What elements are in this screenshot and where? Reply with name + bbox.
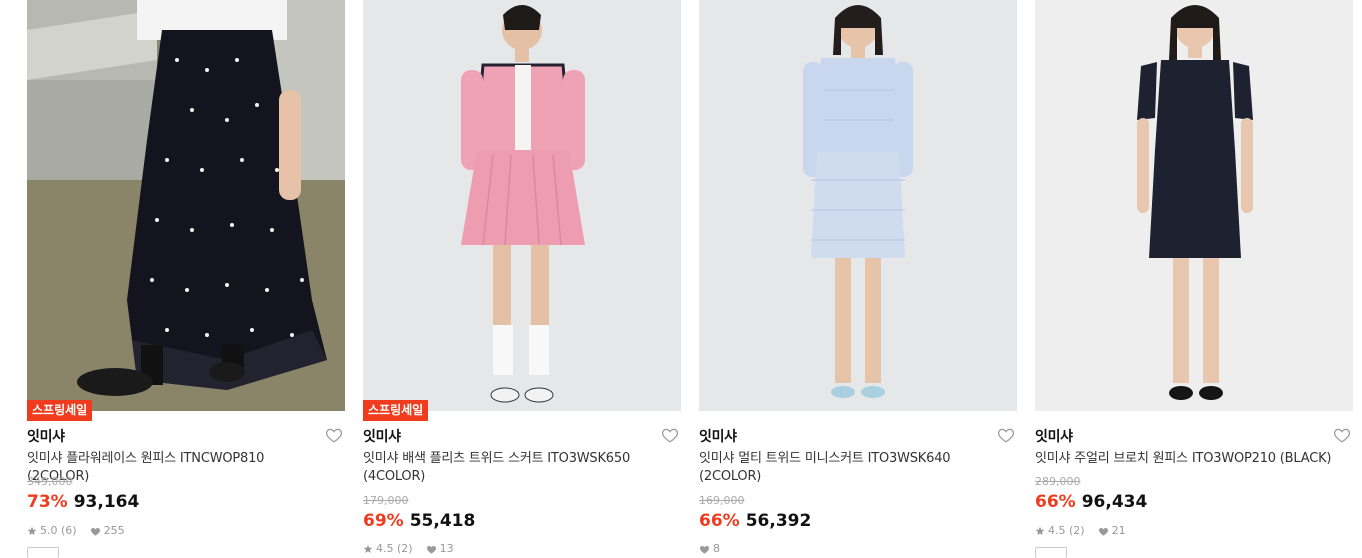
sale-badge: 스프링세일 <box>27 400 93 421</box>
sale-price: 55,418 <box>409 511 476 531</box>
product-name[interactable]: 잇미샤 배색 플리츠 트위드 스커트 ITO3WSK650 (4COLOR) <box>363 450 663 486</box>
product-image[interactable] <box>1035 0 1353 411</box>
review-meta: 4.5 (2) 21 <box>1035 524 1126 537</box>
rating-text: 5.0 (6) <box>40 524 77 537</box>
heart-small-icon <box>426 545 436 554</box>
original-price: 349,000 <box>27 475 73 488</box>
original-price: 179,000 <box>363 494 409 507</box>
discount-rate: 69% <box>363 511 404 531</box>
brand-name[interactable]: 잇미샤 <box>1035 426 1073 446</box>
likes-count: 255 <box>103 524 125 537</box>
likes-count: 8 <box>713 542 720 555</box>
product-image[interactable] <box>363 0 681 411</box>
wishlist-heart-icon[interactable] <box>997 426 1015 444</box>
likes-count: 13 <box>439 542 454 555</box>
sale-price: 56,392 <box>745 511 812 531</box>
product-grid: 스프링세일 잇미샤 잇미샤 플라워레이스 원피스 ITNCWOP810 (2CO… <box>0 0 1362 558</box>
likes: 8 <box>699 542 720 555</box>
discount-rate: 73% <box>27 492 68 512</box>
brand-name[interactable]: 잇미샤 <box>27 426 65 446</box>
price-line: 73% 93,164 <box>27 492 139 512</box>
product-card[interactable]: 잇미샤 잇미샤 멀티 트위드 미니스커트 ITO3WSK640 (2COLOR)… <box>699 0 1017 555</box>
product-image[interactable] <box>699 0 1017 411</box>
discount-rate: 66% <box>1035 492 1076 512</box>
tag-chip <box>1035 547 1067 558</box>
tag-chip <box>27 547 59 558</box>
rating-text: 4.5 (2) <box>1048 524 1085 537</box>
heart-small-icon <box>90 527 100 536</box>
brand-name[interactable]: 잇미샤 <box>699 426 737 446</box>
product-image[interactable] <box>27 0 345 411</box>
wishlist-heart-icon[interactable] <box>661 426 679 444</box>
review-meta: 4.5 (2) 13 <box>363 542 454 555</box>
star-icon <box>27 526 37 535</box>
price-line: 69% 55,418 <box>363 511 475 531</box>
star-icon <box>363 544 373 553</box>
likes: 13 <box>426 542 454 555</box>
product-name[interactable]: 잇미샤 멀티 트위드 미니스커트 ITO3WSK640 (2COLOR) <box>699 450 999 486</box>
product-card[interactable]: 잇미샤 잇미샤 주얼리 브로치 원피스 ITO3WOP210 (BLACK) 2… <box>1035 0 1353 558</box>
price-line: 66% 56,392 <box>699 511 811 531</box>
wishlist-heart-icon[interactable] <box>325 426 343 444</box>
price-line: 66% 96,434 <box>1035 492 1147 512</box>
discount-rate: 66% <box>699 511 740 531</box>
product-card[interactable]: 스프링세일 잇미샤 잇미샤 플라워레이스 원피스 ITNCWOP810 (2CO… <box>27 0 345 558</box>
rating-text: 4.5 (2) <box>376 542 413 555</box>
review-meta: 8 <box>699 542 720 555</box>
likes: 255 <box>90 524 125 537</box>
wishlist-heart-icon[interactable] <box>1333 426 1351 444</box>
review-meta: 5.0 (6) 255 <box>27 524 125 537</box>
sale-price: 96,434 <box>1081 492 1148 512</box>
original-price: 289,000 <box>1035 475 1081 488</box>
brand-name[interactable]: 잇미샤 <box>363 426 401 446</box>
likes-count: 21 <box>1111 524 1126 537</box>
sale-badge: 스프링세일 <box>363 400 429 421</box>
sale-price: 93,164 <box>73 492 140 512</box>
product-card[interactable]: 스프링세일 잇미샤 잇미샤 배색 플리츠 트위드 스커트 ITO3WSK650 … <box>363 0 681 555</box>
product-name[interactable]: 잇미샤 주얼리 브로치 원피스 ITO3WOP210 (BLACK) <box>1035 450 1335 468</box>
heart-small-icon <box>700 545 709 554</box>
likes: 21 <box>1098 524 1126 537</box>
heart-small-icon <box>1098 527 1108 536</box>
star-icon <box>1035 526 1045 535</box>
original-price: 169,000 <box>699 494 745 507</box>
